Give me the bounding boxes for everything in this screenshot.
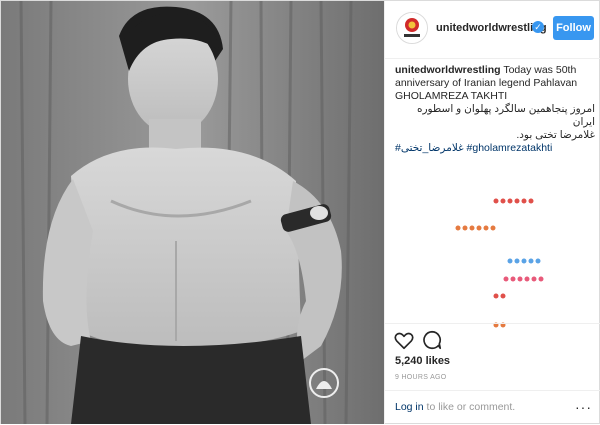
caption-persian-line-2: غلامرضا تختی بود. xyxy=(516,129,595,141)
caption-hashtags[interactable]: #غلامرضا_تختی #gholamrezatakhti xyxy=(395,142,595,155)
avatar[interactable] xyxy=(396,12,428,44)
wrestler-photo xyxy=(1,1,384,424)
likes-count[interactable]: 5,240 likes xyxy=(395,355,450,367)
post-photo[interactable] xyxy=(1,1,384,424)
login-link[interactable]: Log in xyxy=(395,401,424,413)
post-frame: unitedworldwrestling ✓ Follow unitedworl… xyxy=(0,0,600,424)
emoji-row-orange xyxy=(493,286,553,299)
login-bar: Log in to like or comment. ··· xyxy=(385,390,600,425)
caption-persian-line-1: امروز پنجاهمین سالگرد پهلوان و اسطوره ای… xyxy=(416,103,595,128)
verified-badge-icon: ✓ xyxy=(532,21,544,33)
username-link[interactable]: unitedworldwrestling xyxy=(436,22,547,34)
login-prompt-text: to like or comment. xyxy=(423,401,516,413)
follow-button[interactable]: Follow xyxy=(553,16,594,40)
caption-username[interactable]: unitedworldwrestling xyxy=(395,64,501,76)
heart-icon[interactable] xyxy=(393,329,415,351)
login-prompt: Log in to like or comment. xyxy=(395,401,515,413)
post-actions: 5,240 likes 9 HOURS AGO Log in to like o… xyxy=(385,323,600,424)
post-header: unitedworldwrestling ✓ Follow xyxy=(385,1,600,59)
emoji-row-blue xyxy=(507,251,567,264)
comment-icon[interactable] xyxy=(421,329,443,351)
caption: unitedworldwrestling Today was 50th anni… xyxy=(395,64,595,155)
post-timestamp[interactable]: 9 HOURS AGO xyxy=(395,374,447,381)
emoji-row-red-2 xyxy=(455,218,595,231)
post-sidebar: unitedworldwrestling ✓ Follow unitedworl… xyxy=(384,1,600,424)
emoji-row-orange-2 xyxy=(493,315,553,328)
emoji-row-pink xyxy=(503,269,563,282)
emoji-row-red xyxy=(493,191,593,204)
more-options-icon[interactable]: ··· xyxy=(575,399,592,415)
